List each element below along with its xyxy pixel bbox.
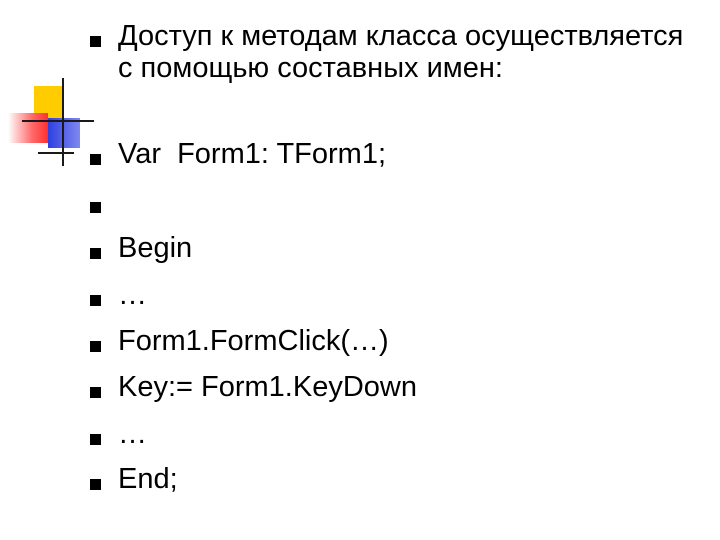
- list-item-text: Form1.FormClick(…): [118, 325, 389, 357]
- square-bullet-icon: [90, 434, 101, 445]
- square-bullet-icon: [90, 248, 101, 259]
- square-bullet-icon: [90, 154, 101, 165]
- list-item-text: Var Form1: TForm1;: [118, 138, 387, 170]
- list-item-text: Key:= Form1.KeyDown: [118, 371, 417, 403]
- square-bullet-icon: [90, 202, 101, 213]
- square-bullet-icon: [90, 479, 101, 490]
- list-item-text: End;: [118, 463, 178, 495]
- square-bullet-icon: [90, 387, 101, 398]
- square-bullet-icon: [90, 36, 101, 47]
- list-item-text: Доступ к методам класса осуществляется с…: [118, 20, 692, 84]
- square-bullet-icon: [90, 295, 101, 306]
- list-item-text: …: [118, 279, 147, 311]
- list-item-text: …: [118, 418, 147, 450]
- square-bullet-icon: [90, 341, 101, 352]
- bullet-list: Доступ к методам класса осуществляется с…: [0, 0, 720, 540]
- list-item-text: Begin: [118, 232, 193, 264]
